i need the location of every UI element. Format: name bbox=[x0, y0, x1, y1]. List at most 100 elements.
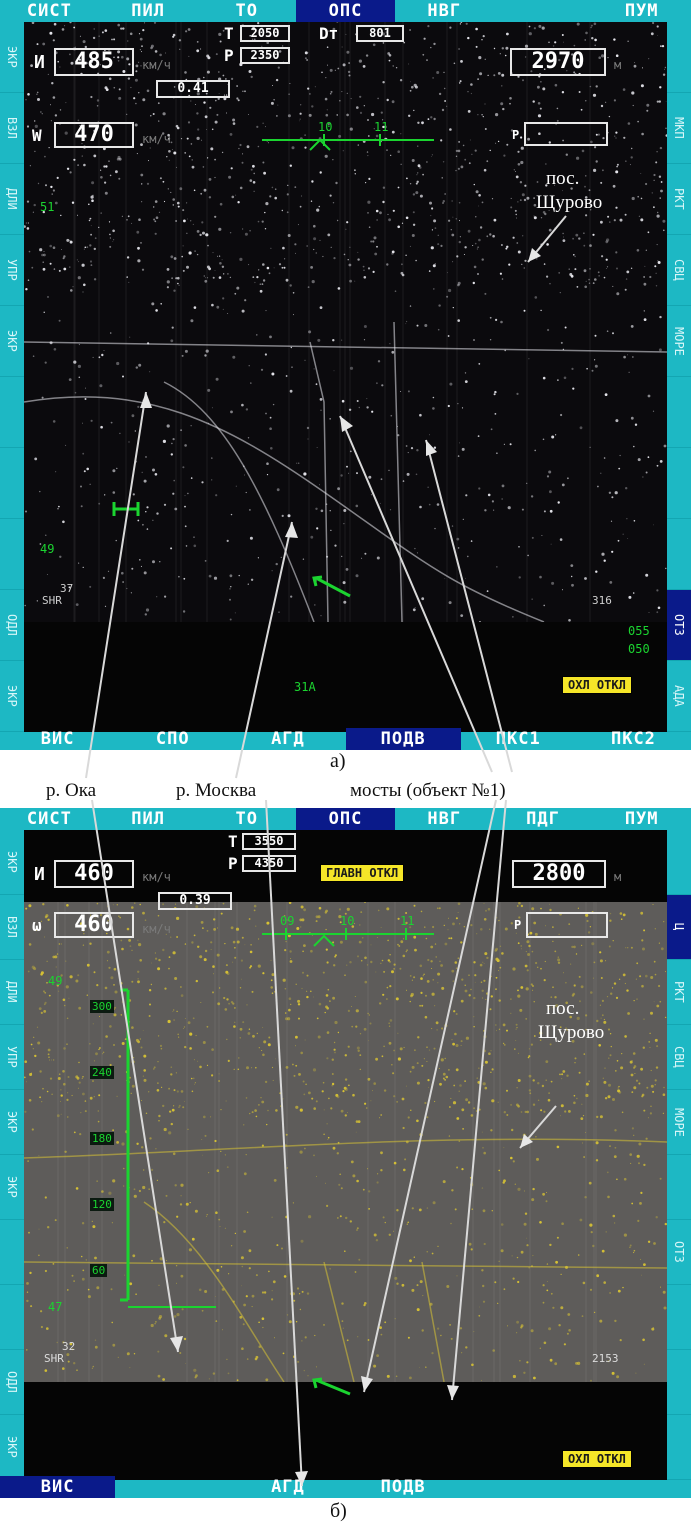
top-menu-tab-3[interactable]: ОПС bbox=[296, 0, 395, 22]
right-softkey-column: МКП РКТ СВЦ МОРЕ ОТЗ АДА bbox=[667, 22, 691, 732]
softkey-9[interactable]: ЭКР bbox=[0, 661, 24, 732]
bottom-menu-bar: ВИС.АГДПОДВ.. bbox=[0, 1476, 691, 1498]
softkey-0[interactable]: ЭКР bbox=[0, 22, 24, 93]
bottom-menu-tab-0[interactable]: ВИС bbox=[0, 1476, 116, 1498]
softkey-9[interactable]: АДА bbox=[667, 661, 691, 732]
bottom-menu-tab-1[interactable]: СПО bbox=[115, 728, 230, 750]
softkey-1[interactable]: МКП bbox=[667, 93, 691, 164]
softkey-7[interactable] bbox=[0, 519, 24, 590]
softkey-0[interactable] bbox=[667, 830, 691, 895]
softkey-1[interactable]: ВЗЛ bbox=[0, 895, 24, 960]
bottom-menu-tab-1[interactable]: . bbox=[115, 1476, 230, 1498]
softkey-8[interactable]: ОДЛ bbox=[0, 590, 24, 661]
softkey-6[interactable] bbox=[667, 448, 691, 519]
softkey-4[interactable]: ЭКР bbox=[0, 306, 24, 377]
top-menu-tab-1[interactable]: ПИЛ bbox=[99, 808, 198, 830]
bottom-menu-tab-3[interactable]: ПОДВ bbox=[345, 728, 461, 750]
softkey-4[interactable]: МОРЕ bbox=[667, 306, 691, 377]
softkey-7[interactable] bbox=[667, 1285, 691, 1350]
softkey-4[interactable]: МОРЕ bbox=[667, 1090, 691, 1155]
softkey-6[interactable] bbox=[0, 448, 24, 519]
scale-top-label: 49 bbox=[48, 974, 63, 988]
dt-value-box: 801 bbox=[356, 25, 404, 42]
softkey-2[interactable]: ДЛИ bbox=[0, 960, 24, 1025]
settlement-label-line2: Щурово bbox=[538, 1022, 605, 1043]
bottom-menu-tab-5[interactable]: ПКС2 bbox=[576, 728, 691, 750]
softkey-5[interactable]: ЭКР bbox=[0, 1155, 24, 1220]
bottom-menu-tab-2[interactable]: АГД bbox=[230, 1476, 345, 1498]
p-empty-box bbox=[526, 912, 608, 938]
softkey-1[interactable]: ВЗЛ bbox=[0, 93, 24, 164]
softkey-3[interactable]: УПР bbox=[0, 1025, 24, 1090]
softkey-4[interactable]: ЭКР bbox=[0, 1090, 24, 1155]
heading-tick-1: 09 bbox=[280, 914, 295, 928]
top-menu-tab-2[interactable]: ТО bbox=[197, 808, 296, 830]
scale-top-label: 51 bbox=[40, 200, 55, 214]
bottom-menu-tab-0[interactable]: ВИС bbox=[0, 728, 115, 750]
softkey-3[interactable]: СВЦ bbox=[667, 1025, 691, 1090]
top-menu-bar: СИСТПИЛТООПСНВГ.ПУМ bbox=[0, 0, 691, 22]
ground-speed-box: 470 bbox=[54, 122, 134, 148]
legend-oka: р. Ока bbox=[46, 780, 97, 801]
softkey-7[interactable] bbox=[667, 519, 691, 590]
ground-speed-unit: км/ч bbox=[142, 922, 171, 936]
softkey-0[interactable]: ЭКР bbox=[0, 830, 24, 895]
bottom-menu-tab-2[interactable]: АГД bbox=[230, 728, 345, 750]
softkey-2[interactable]: ДЛИ bbox=[0, 164, 24, 235]
softkey-8[interactable]: ОТЗ bbox=[667, 590, 691, 661]
bottom-menu-tab-5[interactable]: . bbox=[576, 1476, 691, 1498]
top-menu-tab-1[interactable]: ПИЛ bbox=[99, 0, 198, 22]
top-menu-tab-6[interactable]: ПУМ bbox=[592, 0, 691, 22]
radar-screen-b: Т 3550 Р 4350 ГЛАВН ОТКЛ И 460 км/ч 0.39… bbox=[24, 830, 667, 1480]
bottom-menu-tab-4[interactable]: ПКС1 bbox=[461, 728, 576, 750]
p-label: Р bbox=[228, 854, 238, 873]
softkey-7[interactable] bbox=[0, 1285, 24, 1350]
softkey-2[interactable]: РКТ bbox=[667, 164, 691, 235]
top-menu-tab-6[interactable]: ПУМ bbox=[592, 808, 691, 830]
lower-left-label: SHR bbox=[42, 594, 62, 607]
main-off-warning: ГЛАВН ОТКЛ bbox=[320, 864, 405, 882]
display-panel-b: СИСТ ПИЛ ТО ОПС НВГ ПДГ ПУМ ЭКР ВЗЛ ДЛИ УПР ЭКР ЭКР… bbox=[0, 808, 691, 1498]
lower-left-label: SHR bbox=[44, 1352, 64, 1365]
softkey-0[interactable] bbox=[667, 22, 691, 93]
top-menu-tab-5[interactable]: ПДГ bbox=[494, 808, 593, 830]
softkey-3[interactable]: УПР bbox=[0, 235, 24, 306]
top-menu-tab-4[interactable]: НВГ bbox=[395, 808, 494, 830]
top-menu-tab-0[interactable]: СИСТ bbox=[0, 0, 99, 22]
ground-speed-box: 460 bbox=[54, 912, 134, 938]
softkey-8[interactable] bbox=[667, 1350, 691, 1415]
softkey-9[interactable] bbox=[667, 1415, 691, 1480]
p-label: Р bbox=[224, 46, 234, 65]
softkey-6[interactable] bbox=[0, 1220, 24, 1285]
p-value-box: 4350 bbox=[242, 855, 296, 872]
p-box-label: Р bbox=[514, 918, 522, 932]
softkey-9[interactable]: ЭКР bbox=[0, 1415, 24, 1480]
left-softkey-column: ЭКР ВЗЛ ДЛИ УПР ЭКР ОДЛ ЭКР bbox=[0, 22, 24, 732]
t-label: Т bbox=[224, 24, 234, 43]
legend-moskva: р. Москва bbox=[176, 780, 257, 801]
top-menu-tab-5[interactable]: . bbox=[494, 0, 593, 22]
bottom-menu-tab-4[interactable]: . bbox=[461, 1476, 576, 1498]
softkey-5[interactable] bbox=[0, 377, 24, 448]
ground-speed-unit: км/ч bbox=[142, 132, 171, 146]
softkey-1[interactable]: Ц bbox=[667, 895, 691, 960]
cooling-off-badge: ОХЛ ОТКЛ bbox=[562, 676, 632, 694]
top-menu-tab-2[interactable]: ТО bbox=[197, 0, 296, 22]
scale-bottom-label: 49 bbox=[40, 542, 55, 556]
softkey-6[interactable]: ОТЗ bbox=[667, 1220, 691, 1285]
softkey-5[interactable] bbox=[667, 377, 691, 448]
softkey-8[interactable]: ОДЛ bbox=[0, 1350, 24, 1415]
top-menu-tab-4[interactable]: НВГ bbox=[395, 0, 494, 22]
t-value-box: 3550 bbox=[242, 833, 296, 850]
top-menu-bar: СИСТ ПИЛ ТО ОПС НВГ ПДГ ПУМ bbox=[0, 808, 691, 830]
t-value-box: 2050 bbox=[240, 25, 290, 42]
legend-bridges: мосты (объект №1) bbox=[350, 780, 506, 801]
softkey-2[interactable]: РКТ bbox=[667, 960, 691, 1025]
softkey-3[interactable]: СВЦ bbox=[667, 235, 691, 306]
top-menu-tab-0[interactable]: СИСТ bbox=[0, 808, 99, 830]
p-value-box: 2350 bbox=[240, 47, 290, 64]
bottom-menu-tab-3[interactable]: ПОДВ bbox=[346, 1476, 461, 1498]
softkey-5[interactable] bbox=[667, 1155, 691, 1220]
bottom-menu-bar: ВИС СПО АГД ПОДВ ПКС1 ПКС2 bbox=[0, 728, 691, 750]
top-menu-tab-3[interactable]: ОПС bbox=[296, 808, 395, 830]
